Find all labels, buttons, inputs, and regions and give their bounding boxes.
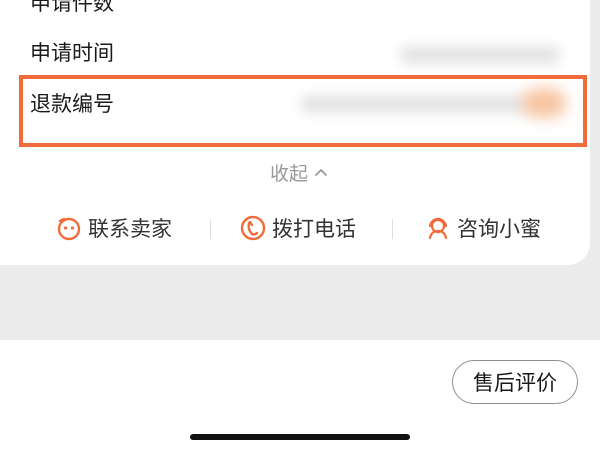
collapse-label: 收起	[270, 162, 309, 185]
contact-seller-button[interactable]: 联系卖家	[56, 210, 172, 246]
assistant-headset-icon	[428, 217, 448, 240]
after-sale-review-button[interactable]: 售后评价	[452, 360, 578, 404]
home-indicator	[190, 434, 410, 440]
chat-face-icon	[57, 217, 81, 241]
collapse-toggle[interactable]: 收起	[270, 158, 328, 186]
consult-assistant-label: 咨询小蜜	[457, 217, 541, 241]
contact-seller-label: 联系卖家	[88, 217, 172, 241]
contact-actions-bar: 联系卖家 拨打电话 咨询小蜜	[0, 206, 590, 252]
apply-time-label: 申请时间	[30, 41, 114, 65]
refund-number-highlight-box	[19, 75, 587, 147]
apply-count-label: 申请件数	[30, 0, 114, 15]
action-divider	[392, 219, 393, 239]
phone-icon	[240, 215, 266, 241]
apply-time-value-blurred	[400, 46, 560, 64]
call-phone-button[interactable]: 拨打电话	[240, 210, 356, 246]
refund-detail-card: 申请件数 申请时间 退款编号 收起 联系卖家 拨打电话 咨询小蜜	[0, 0, 590, 265]
call-phone-label: 拨打电话	[272, 217, 356, 241]
action-divider	[210, 219, 211, 239]
chevron-up-icon	[315, 169, 327, 176]
consult-assistant-button[interactable]: 咨询小蜜	[425, 210, 541, 246]
